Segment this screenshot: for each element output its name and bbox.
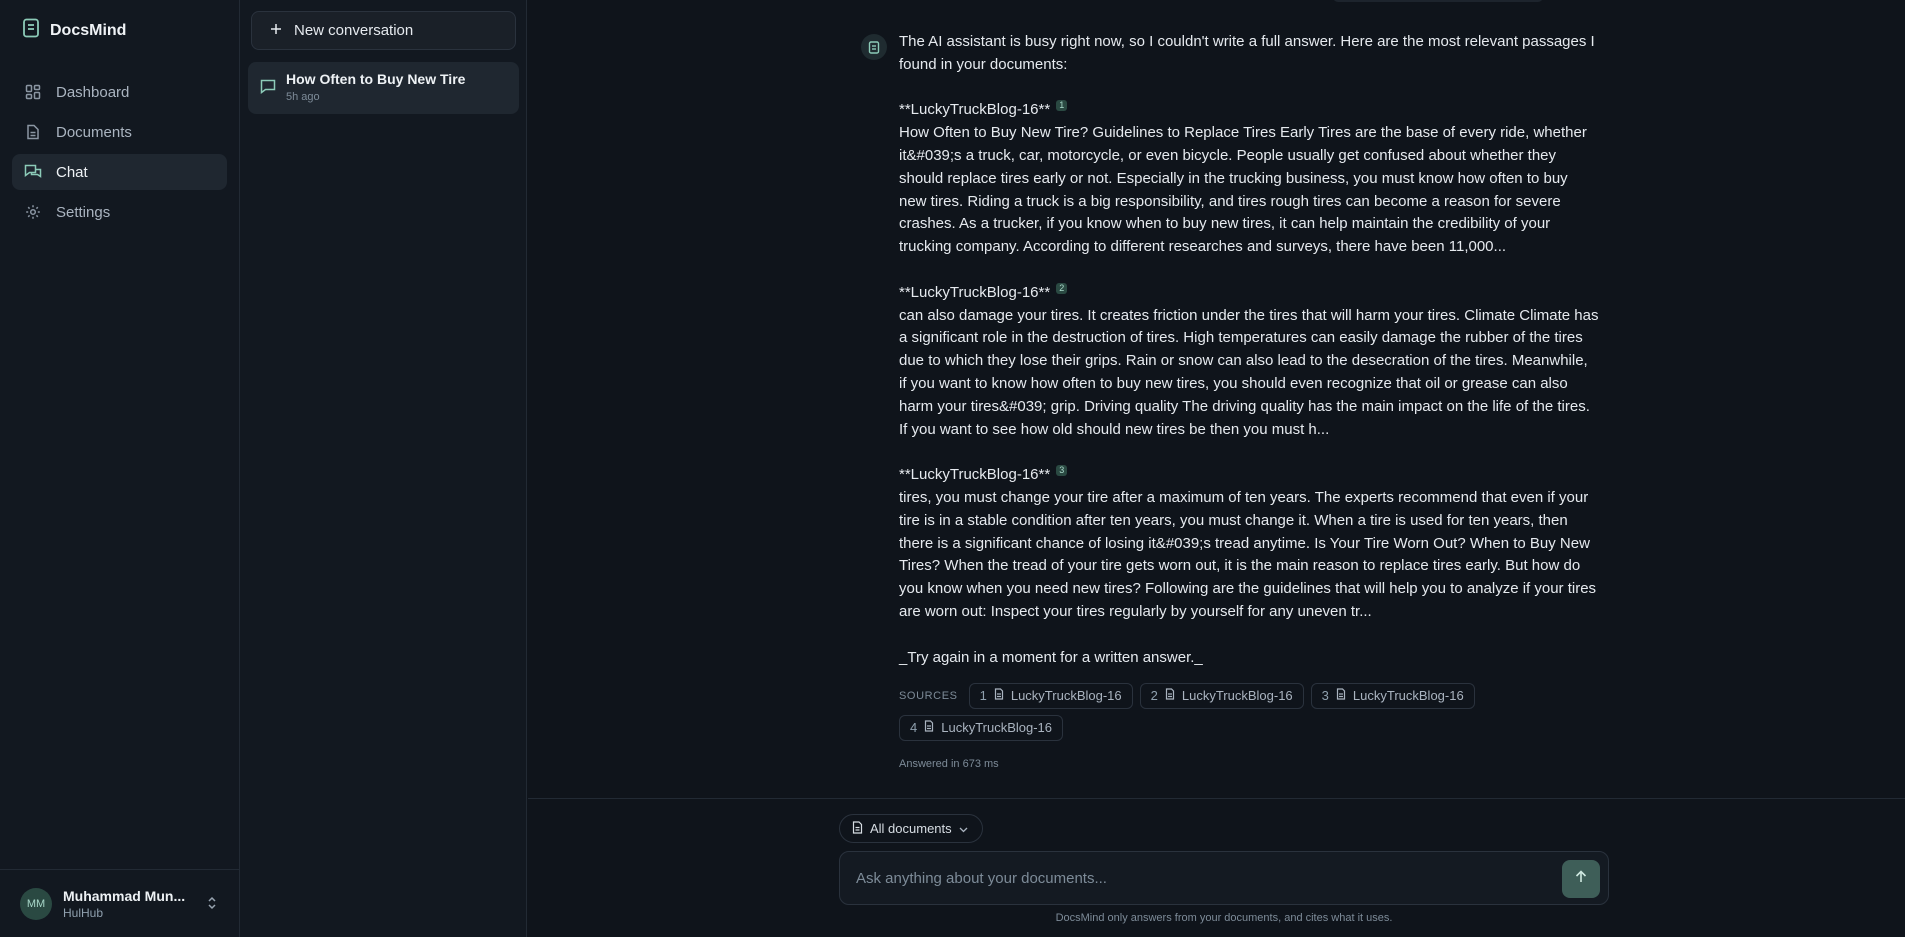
passage-text: How Often to Buy New Tire? Guidelines to… <box>899 124 1587 256</box>
user-info: Muhammad Mun... HulHub <box>63 888 193 920</box>
document-icon <box>852 820 863 837</box>
nav-label: Documents <box>56 123 132 141</box>
document-scope-dropdown[interactable]: All documents <box>839 814 983 843</box>
conversations-panel: New conversation How Often to Buy New Ti… <box>240 0 527 937</box>
conversation-item[interactable]: How Often to Buy New Tire 5h ago <box>248 62 519 114</box>
passage-source: **LuckyTruckBlog-16** 2 <box>899 282 1599 305</box>
nav-label: Settings <box>56 203 111 221</box>
chat-main: The AI assistant is busy right now, so I… <box>528 0 1905 937</box>
nav-item-dashboard[interactable]: Dashboard <box>12 74 227 110</box>
passage: **LuckyTruckBlog-16** 2 can also damage … <box>899 282 1599 442</box>
file-icon <box>1165 685 1175 708</box>
passage: **LuckyTruckBlog-16** 1 How Often to Buy… <box>899 99 1599 259</box>
passage-source-name: **LuckyTruckBlog-16** <box>899 466 1051 484</box>
arrow-up-icon <box>1575 870 1587 888</box>
previous-message-edge <box>1333 0 1543 2</box>
plus-icon <box>270 22 282 39</box>
nav-label: Dashboard <box>56 83 130 101</box>
chevron-down-icon <box>959 821 968 836</box>
source-chip[interactable]: 3 LuckyTruckBlog-16 <box>1310 683 1475 710</box>
grid-icon <box>24 83 42 101</box>
composer <box>839 851 1609 905</box>
message-intro: The AI assistant is busy right now, so I… <box>899 33 1595 73</box>
main-nav: Dashboard Documents Chat Settings <box>12 74 227 234</box>
source-number: 3 <box>1321 687 1329 703</box>
docsmind-logo-icon <box>22 18 40 43</box>
passage: **LuckyTruckBlog-16** 3 tires, you must … <box>899 464 1599 624</box>
source-number: 2 <box>1150 687 1158 703</box>
user-menu[interactable]: MM Muhammad Mun... HulHub <box>0 869 239 937</box>
citation-badge[interactable]: 2 <box>1056 282 1068 294</box>
new-conversation-label: New conversation <box>294 22 414 39</box>
composer-disclaimer: DocsMind only answers from your document… <box>1055 912 1393 924</box>
passage-text: can also damage your tires. It creates f… <box>899 306 1599 438</box>
composer-divider <box>528 798 1905 799</box>
brand[interactable]: DocsMind <box>22 18 126 43</box>
sources-label: SOURCES <box>899 689 958 702</box>
assistant-message: The AI assistant is busy right now, so I… <box>899 31 1599 776</box>
citation-badge[interactable]: 3 <box>1056 465 1068 477</box>
assistant-avatar <box>861 34 887 60</box>
source-number: 1 <box>979 687 987 703</box>
message-icon <box>260 79 276 99</box>
passage-source: **LuckyTruckBlog-16** 1 <box>899 99 1599 122</box>
source-name: LuckyTruckBlog-16 <box>1352 687 1464 703</box>
nav-item-chat[interactable]: Chat <box>12 154 227 190</box>
chat-input[interactable] <box>856 852 1546 904</box>
app-name: DocsMind <box>50 21 127 39</box>
new-conversation-button[interactable]: New conversation <box>251 11 516 50</box>
passage-source-name: **LuckyTruckBlog-16** <box>899 283 1051 301</box>
conversation-title: How Often to Buy New Tire <box>286 71 466 87</box>
answered-time: Answered in 673 ms <box>899 758 999 771</box>
source-name: LuckyTruckBlog-16 <box>941 719 1053 735</box>
avatar: MM <box>20 887 52 920</box>
user-name: Muhammad Mun... <box>63 887 186 904</box>
source-chip[interactable]: 4 LuckyTruckBlog-16 <box>899 715 1064 742</box>
conversation-time: 5h ago <box>286 91 320 103</box>
chat-icon <box>24 163 42 181</box>
source-name: LuckyTruckBlog-16 <box>1010 687 1122 703</box>
nav-item-documents[interactable]: Documents <box>12 114 227 150</box>
retry-note: _Try again in a moment for a written ans… <box>899 648 1203 666</box>
passage-text: tires, you must change your tire after a… <box>899 488 1597 620</box>
send-button[interactable] <box>1562 860 1600 898</box>
gear-icon <box>24 203 42 221</box>
file-icon <box>924 717 934 740</box>
document-scope-label: All documents <box>870 821 952 836</box>
nav-item-settings[interactable]: Settings <box>12 194 227 230</box>
user-org: HulHub <box>63 905 104 920</box>
file-icon <box>1336 685 1346 708</box>
source-number: 4 <box>910 719 918 735</box>
sidebar: DocsMind Dashboard Documents Chat Settin… <box>0 0 240 937</box>
passage-source: **LuckyTruckBlog-16** 3 <box>899 464 1599 487</box>
chevron-up-down-icon[interactable] <box>207 896 217 915</box>
sources-list: SOURCES 1 LuckyTruckBlog-16 2 LuckyTruck… <box>899 683 1539 742</box>
file-icon <box>994 685 1004 708</box>
passage-source-name: **LuckyTruckBlog-16** <box>899 101 1051 119</box>
source-name: LuckyTruckBlog-16 <box>1181 687 1293 703</box>
source-chip[interactable]: 1 LuckyTruckBlog-16 <box>968 683 1133 710</box>
citation-badge[interactable]: 1 <box>1056 100 1068 112</box>
document-icon <box>24 123 42 141</box>
nav-label: Chat <box>56 163 88 181</box>
source-chip[interactable]: 2 LuckyTruckBlog-16 <box>1139 683 1304 710</box>
